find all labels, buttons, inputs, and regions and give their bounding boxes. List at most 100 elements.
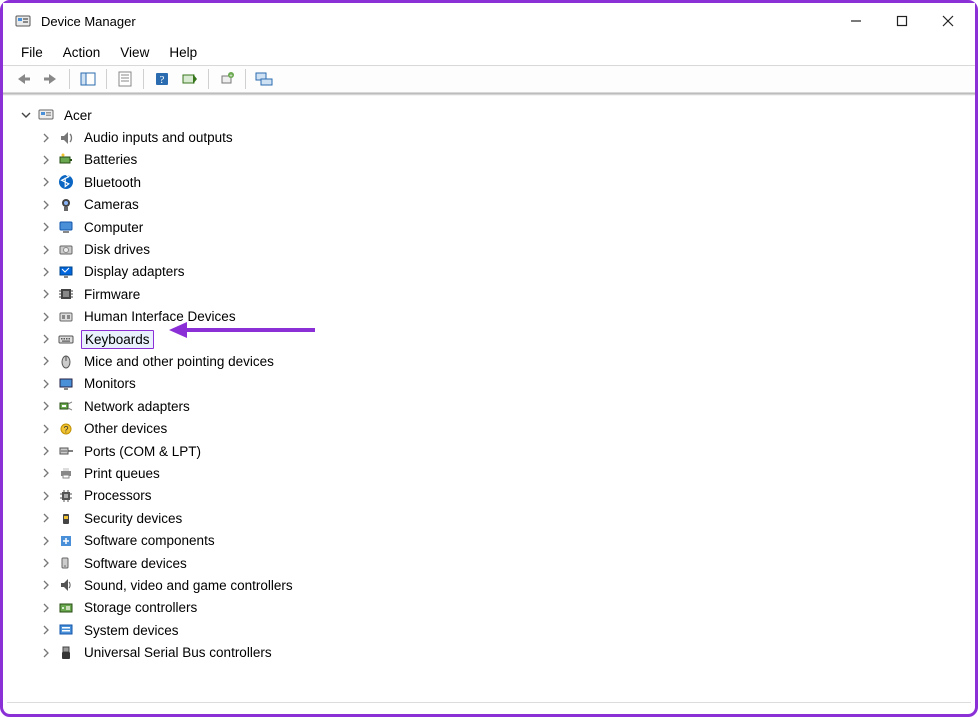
tree-item-label[interactable]: Other devices bbox=[81, 420, 170, 437]
chevron-right-icon[interactable] bbox=[39, 332, 53, 346]
tree-item-label[interactable]: Disk drives bbox=[81, 241, 153, 258]
keyboard-icon bbox=[57, 330, 75, 348]
tree-item-printer[interactable]: Print queues bbox=[39, 462, 967, 484]
scan-hardware-button[interactable] bbox=[177, 67, 203, 91]
tree-item-label[interactable]: Bluetooth bbox=[81, 174, 144, 191]
chevron-right-icon[interactable] bbox=[39, 556, 53, 570]
chevron-right-icon[interactable] bbox=[39, 399, 53, 413]
tree-item-network[interactable]: Network adapters bbox=[39, 395, 967, 417]
tree-item-label[interactable]: Software components bbox=[81, 532, 218, 549]
tree-item-label[interactable]: Processors bbox=[81, 487, 155, 504]
tree-item-label[interactable]: Software devices bbox=[81, 555, 190, 572]
tree-item-label[interactable]: System devices bbox=[81, 622, 182, 639]
chevron-right-icon[interactable] bbox=[39, 354, 53, 368]
menu-action[interactable]: Action bbox=[53, 42, 111, 63]
tree-item-firmware[interactable]: Firmware bbox=[39, 283, 967, 305]
close-button[interactable] bbox=[925, 5, 971, 37]
tree-item-camera[interactable]: Cameras bbox=[39, 194, 967, 216]
tree-item-bluetooth[interactable]: Bluetooth bbox=[39, 171, 967, 193]
chevron-right-icon[interactable] bbox=[39, 310, 53, 324]
device-tree[interactable]: Acer Audio inputs and outputs Batteries Bl… bbox=[7, 98, 971, 698]
tree-item-label[interactable]: Ports (COM & LPT) bbox=[81, 443, 204, 460]
tree-item-battery[interactable]: Batteries bbox=[39, 149, 967, 171]
add-legacy-hardware-button[interactable]: + bbox=[214, 67, 240, 91]
tree-item-storage[interactable]: Storage controllers bbox=[39, 597, 967, 619]
chevron-right-icon[interactable] bbox=[39, 578, 53, 592]
chevron-right-icon[interactable] bbox=[39, 601, 53, 615]
tree-item-swcomp[interactable]: Software components bbox=[39, 529, 967, 551]
chevron-right-icon[interactable] bbox=[39, 377, 53, 391]
properties-button[interactable] bbox=[112, 67, 138, 91]
tree-item-system[interactable]: System devices bbox=[39, 619, 967, 641]
menu-view[interactable]: View bbox=[110, 42, 159, 63]
show-hide-tree-button[interactable] bbox=[75, 67, 101, 91]
tree-item-label[interactable]: Display adapters bbox=[81, 263, 188, 280]
tree-item-label[interactable]: Security devices bbox=[81, 510, 185, 527]
tree-item-label[interactable]: Sound, video and game controllers bbox=[81, 577, 296, 594]
devices-by-connection-button[interactable] bbox=[251, 67, 277, 91]
maximize-button[interactable] bbox=[879, 5, 925, 37]
chevron-down-icon[interactable] bbox=[19, 108, 33, 122]
tree-item-label[interactable]: Computer bbox=[81, 219, 146, 236]
security-icon bbox=[57, 509, 75, 527]
chevron-right-icon[interactable] bbox=[39, 444, 53, 458]
tree-item-other[interactable]: Other devices bbox=[39, 417, 967, 439]
forward-button[interactable] bbox=[38, 67, 64, 91]
tree-item-label[interactable]: Batteries bbox=[81, 151, 140, 168]
menu-file[interactable]: File bbox=[11, 42, 53, 63]
tree-item-monitor[interactable]: Monitors bbox=[39, 373, 967, 395]
tree-item-label[interactable]: Storage controllers bbox=[81, 599, 200, 616]
tree-item-label[interactable]: Monitors bbox=[81, 375, 139, 392]
hid-icon bbox=[57, 308, 75, 326]
chevron-right-icon[interactable] bbox=[39, 243, 53, 257]
toolbar: ? + bbox=[3, 65, 975, 93]
tree-item-label[interactable]: Print queues bbox=[81, 465, 163, 482]
back-button[interactable] bbox=[10, 67, 36, 91]
chevron-right-icon[interactable] bbox=[39, 646, 53, 660]
tree-item-label[interactable]: Human Interface Devices bbox=[81, 308, 239, 325]
tree-item-keyboard[interactable]: Keyboards bbox=[39, 328, 967, 350]
tree-item-display[interactable]: Display adapters bbox=[39, 261, 967, 283]
chevron-right-icon[interactable] bbox=[39, 220, 53, 234]
chevron-right-icon[interactable] bbox=[39, 511, 53, 525]
tree-item-usb[interactable]: Universal Serial Bus controllers bbox=[39, 641, 967, 663]
tree-item-ports[interactable]: Ports (COM & LPT) bbox=[39, 440, 967, 462]
tree-item-audio[interactable]: Audio inputs and outputs bbox=[39, 126, 967, 148]
svg-text:?: ? bbox=[160, 74, 165, 86]
chevron-right-icon[interactable] bbox=[39, 623, 53, 637]
chevron-right-icon[interactable] bbox=[39, 287, 53, 301]
tree-item-label[interactable]: Universal Serial Bus controllers bbox=[81, 644, 275, 661]
tree-item-computer[interactable]: Computer bbox=[39, 216, 967, 238]
chevron-right-icon[interactable] bbox=[39, 131, 53, 145]
tree-item-hid[interactable]: Human Interface Devices bbox=[39, 306, 967, 328]
sound-icon bbox=[57, 576, 75, 594]
chevron-right-icon[interactable] bbox=[39, 265, 53, 279]
chevron-right-icon[interactable] bbox=[39, 153, 53, 167]
tree-item-label[interactable]: Keyboards bbox=[81, 330, 154, 349]
menu-help[interactable]: Help bbox=[159, 42, 207, 63]
tree-item-cpu[interactable]: Processors bbox=[39, 485, 967, 507]
toolbar-bottom-border bbox=[3, 93, 975, 96]
tree-item-label[interactable]: Network adapters bbox=[81, 398, 193, 415]
tree-item-disk[interactable]: Disk drives bbox=[39, 238, 967, 260]
tree-item-sound[interactable]: Sound, video and game controllers bbox=[39, 574, 967, 596]
ports-icon bbox=[57, 442, 75, 460]
minimize-button[interactable] bbox=[833, 5, 879, 37]
help-button[interactable]: ? bbox=[149, 67, 175, 91]
tree-item-mouse[interactable]: Mice and other pointing devices bbox=[39, 350, 967, 372]
firmware-icon bbox=[57, 285, 75, 303]
tree-item-swdev[interactable]: Software devices bbox=[39, 552, 967, 574]
tree-item-label[interactable]: Firmware bbox=[81, 286, 143, 303]
tree-root-row[interactable]: Acer bbox=[19, 104, 967, 126]
chevron-right-icon[interactable] bbox=[39, 534, 53, 548]
tree-item-label[interactable]: Mice and other pointing devices bbox=[81, 353, 277, 370]
chevron-right-icon[interactable] bbox=[39, 466, 53, 480]
chevron-right-icon[interactable] bbox=[39, 489, 53, 503]
chevron-right-icon[interactable] bbox=[39, 198, 53, 212]
tree-item-security[interactable]: Security devices bbox=[39, 507, 967, 529]
tree-item-label[interactable]: Audio inputs and outputs bbox=[81, 129, 236, 146]
chevron-right-icon[interactable] bbox=[39, 422, 53, 436]
tree-item-label[interactable]: Cameras bbox=[81, 196, 142, 213]
chevron-right-icon[interactable] bbox=[39, 175, 53, 189]
tree-root-label[interactable]: Acer bbox=[61, 107, 95, 124]
